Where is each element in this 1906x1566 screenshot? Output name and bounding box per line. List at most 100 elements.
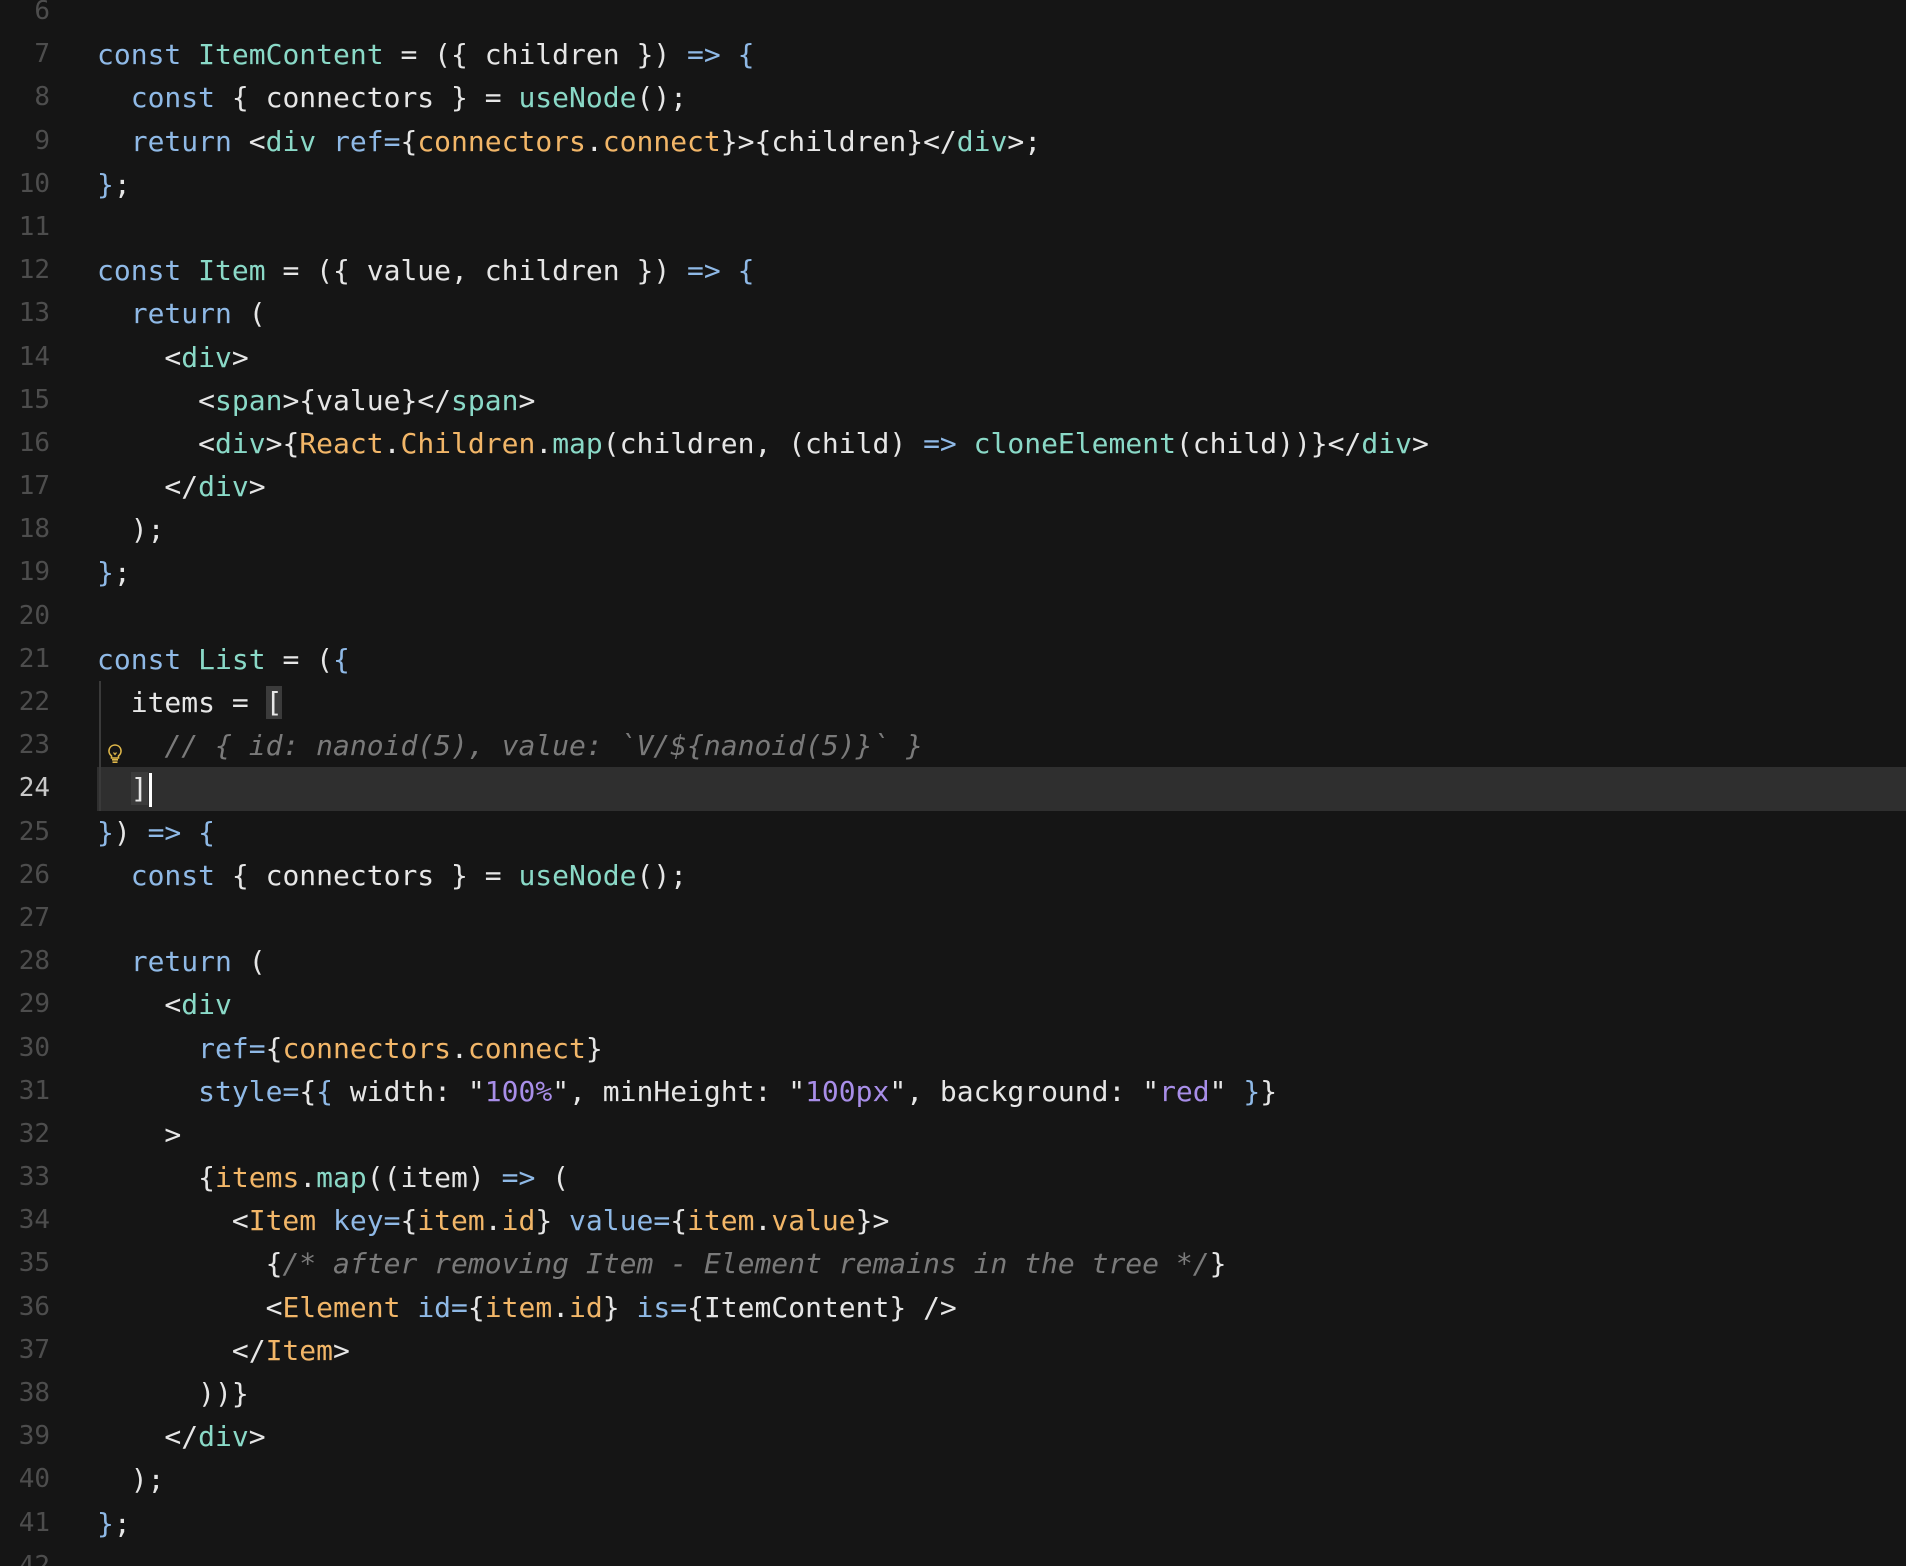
code-line[interactable]: 11 <box>0 206 1906 249</box>
code-line[interactable]: 21 const List = ({ <box>0 638 1906 681</box>
code-line[interactable]: 13 return ( <box>0 292 1906 335</box>
code-token: items <box>215 1161 300 1195</box>
code-token: useNode <box>518 81 637 115</box>
code-token: cloneElement <box>973 426 1176 460</box>
code-line[interactable]: 17 </div> <box>0 465 1906 508</box>
code-line[interactable]: 27 <box>0 897 1906 940</box>
code-text: ] <box>97 767 152 810</box>
code-text: <div>{React.Children.map(children, (chil… <box>97 422 1429 465</box>
code-line[interactable]: 12 const Item = ({ value, children }) => … <box>0 249 1906 292</box>
code-line[interactable]: 19}; <box>0 551 1906 594</box>
code-line[interactable]: 32 > <box>0 1113 1906 1156</box>
code-line[interactable]: 6 <box>0 0 1906 33</box>
code-token: => <box>687 254 721 288</box>
code-text: <div> <box>97 336 248 379</box>
code-line[interactable]: 33 {items.map((item) => ( <box>0 1156 1906 1199</box>
code-token: connectors <box>417 124 586 158</box>
code-line[interactable]: 39 </div> <box>0 1415 1906 1458</box>
code-token: > <box>1411 426 1429 460</box>
code-token: > <box>248 1420 266 1454</box>
code-line[interactable]: 41}; <box>0 1502 1906 1545</box>
code-token: { <box>333 642 350 676</box>
code-text: {items.map((item) => ( <box>97 1156 569 1199</box>
code-token: > <box>518 383 536 417</box>
code-token: = ( <box>265 642 334 676</box>
code-text: const { connectors } = useNode(); <box>97 854 687 897</box>
code-line[interactable]: 22 items = [ <box>0 681 1906 725</box>
code-token: } <box>1209 1247 1227 1281</box>
code-line[interactable]: 36 <Element id={item.id} is={ItemContent… <box>0 1286 1906 1329</box>
line-number: 21 <box>18 643 50 674</box>
code-line[interactable]: 35 {/* after removing Item - Element rem… <box>0 1242 1906 1285</box>
code-line[interactable]: 15 <span>{value}</span> <box>0 379 1906 422</box>
code-line[interactable]: 20 <box>0 595 1906 638</box>
line-number: 38 <box>18 1378 50 1408</box>
code-line[interactable]: 23 // { id: nanoid(5), value: `V/${nanoi… <box>0 724 1906 768</box>
code-token: => <box>923 426 957 460</box>
code-token: const <box>97 38 199 72</box>
code-line[interactable]: 30 ref={connectors.connect} <box>0 1027 1906 1070</box>
code-token: { <box>400 1204 418 1238</box>
code-token: > <box>333 1333 350 1367</box>
code-line[interactable]: 9 return <div ref={connectors.connect}>{… <box>0 120 1906 163</box>
code-line[interactable]: 37 </Item> <box>0 1329 1906 1372</box>
line-number: 12 <box>18 255 50 286</box>
code-line[interactable]: 42 <box>0 1545 1906 1566</box>
code-token: { <box>670 1204 688 1238</box>
code-token: const <box>130 81 216 115</box>
code-text: }; <box>97 1502 131 1545</box>
code-line[interactable]: 24 ] <box>0 767 1906 811</box>
code-token: { <box>316 1074 334 1108</box>
code-line[interactable]: 26 const { connectors } = useNode(); <box>0 854 1906 897</box>
code-line[interactable]: 10}; <box>0 163 1906 206</box>
code-token: ; <box>113 556 131 590</box>
code-line[interactable]: 14 <div> <box>0 336 1906 379</box>
line-number: 7 <box>34 39 50 70</box>
code-token: } <box>97 556 114 590</box>
code-text: const List = ({ <box>97 638 350 681</box>
code-text: ))} <box>97 1372 249 1415</box>
code-text: return ( <box>97 292 266 335</box>
code-token: ) <box>113 815 148 849</box>
code-text: }; <box>97 163 131 206</box>
code-token: } <box>602 1290 637 1324</box>
line-number: 22 <box>18 687 50 717</box>
code-line[interactable]: 28 return ( <box>0 940 1906 983</box>
code-text: return <div ref={connectors.connect}>{ch… <box>97 120 1041 163</box>
code-token: // { id: nanoid(5), value: `V/${nanoid(5… <box>164 729 924 763</box>
line-number: 33 <box>18 1162 50 1193</box>
code-line[interactable]: 7 const ItemContent = ({ children }) => { <box>0 33 1906 76</box>
code-token: => <box>687 38 721 72</box>
code-token: div <box>198 1420 249 1454</box>
code-token: div <box>181 340 232 374</box>
line-number: 17 <box>18 471 50 502</box>
code-line[interactable]: 16 <div>{React.Children.map(children, (c… <box>0 422 1906 465</box>
code-line[interactable]: 40 ); <box>0 1458 1906 1501</box>
code-line[interactable]: 34 <Item key={item.id} value={item.value… <box>0 1199 1906 1242</box>
line-number: 15 <box>18 384 50 415</box>
code-line[interactable]: 25}) => { <box>0 811 1906 854</box>
code-token: item <box>484 1290 553 1324</box>
code-token: { <box>737 38 755 72</box>
code-token: div <box>198 470 249 504</box>
code-line[interactable]: 29 <div <box>0 983 1906 1026</box>
code-token: { <box>737 254 755 288</box>
code-token: { <box>97 1247 283 1281</box>
code-token: { connectors } = <box>215 858 519 892</box>
line-number: 25 <box>18 816 50 847</box>
code-token: div <box>956 124 1008 158</box>
line-number: 13 <box>18 298 50 329</box>
line-number: 32 <box>18 1118 50 1149</box>
code-line[interactable]: 38 ))} <box>0 1372 1906 1415</box>
code-line[interactable]: 8 const { connectors } = useNode(); <box>0 76 1906 119</box>
code-editor[interactable]: 6 7 const ItemContent = ({ children }) => … <box>0 0 1906 1566</box>
code-token: { <box>400 124 418 158</box>
code-token: Element <box>282 1290 401 1324</box>
code-token: = ({ value, children }) <box>265 254 688 288</box>
code-line[interactable]: 18 ); <box>0 508 1906 551</box>
code-line[interactable]: 31 style={{ width: "100%", minHeight: "1… <box>0 1070 1906 1113</box>
